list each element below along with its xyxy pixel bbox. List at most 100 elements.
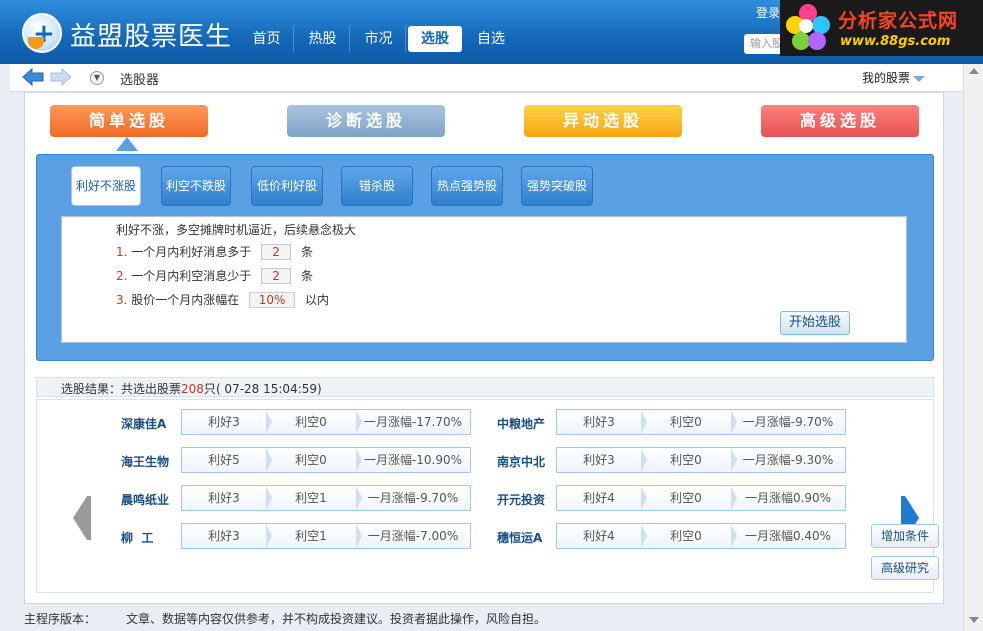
table-row[interactable]: 利好3 利空0 一月涨幅-9.70%	[556, 409, 846, 435]
table-row[interactable]: 利好3 利空1 一月涨幅-9.70%	[181, 485, 471, 511]
active-tab-pointer	[116, 137, 138, 151]
main-panel: 简单选股 诊断选股 异动选股 高级选股 利好不涨股 利空不跌股 低价利好股 错杀…	[24, 92, 944, 604]
scroll-down-icon[interactable]	[969, 617, 979, 623]
stock-name[interactable]: 晨鸣纸业	[121, 491, 169, 508]
criteria-number: 2.	[116, 269, 128, 283]
criteria-unit: 条	[300, 269, 313, 283]
flower-logo-icon	[786, 4, 830, 52]
stock-name[interactable]: 南京中北	[497, 453, 545, 470]
table-row[interactable]: 利好3 利空0 一月涨幅-9.30%	[556, 447, 846, 473]
advanced-research-button[interactable]: 高级研究	[871, 556, 939, 580]
subtab-strong-breakout[interactable]: 强势突破股	[521, 166, 593, 206]
scroll-up-icon[interactable]	[969, 68, 979, 74]
brand-banner: 分析家公式网 www.88gs.com	[780, 0, 983, 56]
stock-name[interactable]: 海王生物	[121, 453, 169, 470]
my-stocks-menu[interactable]: 我的股票	[862, 69, 926, 86]
bad-news-count: 利空0	[266, 448, 362, 472]
tab-diagnosis-pick[interactable]: 诊断选股	[287, 105, 445, 137]
tab-advanced-pick[interactable]: 高级选股	[761, 105, 919, 137]
table-row[interactable]: 利好3 利空1 一月涨幅-7.00%	[181, 523, 471, 549]
good-news-count: 利好4	[557, 486, 647, 510]
nav-stock-picker[interactable]: 选股	[408, 26, 462, 52]
monthly-change: 一月涨幅-7.00%	[367, 529, 459, 543]
monthly-change: 一月涨幅0.90%	[744, 491, 832, 505]
criteria-value-input[interactable]: 10%	[249, 292, 296, 308]
login-link[interactable]: 登录	[756, 4, 780, 21]
good-news-count: 利好3	[557, 410, 647, 434]
bad-news-count: 利空0	[641, 524, 737, 548]
caret-down-icon	[913, 75, 926, 82]
table-row[interactable]: 利好5 利空0 一月涨幅-10.90%	[181, 447, 471, 473]
good-news-count: 利好3	[182, 524, 272, 548]
app-title: 益盟股票医生	[70, 22, 233, 52]
filter-panel: 利好不涨股 利空不跌股 低价利好股 错杀股 热点强势股 强势突破股 利好不涨，多…	[36, 154, 934, 361]
good-news-count: 利好3	[182, 410, 272, 434]
bad-news-count: 利空0	[641, 448, 737, 472]
result-prefix: 选股结果：共选出股票	[61, 382, 182, 396]
prev-page-icon[interactable]	[73, 496, 87, 540]
criteria-row: 1. 一个月内利好消息多于 2 条	[116, 243, 313, 260]
forward-arrow-icon[interactable]	[50, 68, 72, 86]
bad-news-count: 利空0	[266, 410, 362, 434]
brand-name: 分析家公式网	[838, 10, 959, 32]
good-news-count: 利好5	[182, 448, 272, 472]
table-row[interactable]: 利好4 利空0 一月涨幅0.40%	[556, 523, 846, 549]
monthly-change: 一月涨幅0.40%	[744, 529, 832, 543]
subtab-oversold[interactable]: 错杀股	[341, 166, 413, 206]
vertical-scrollbar[interactable]	[963, 64, 983, 631]
result-time: ( 07-28 15:04:59)	[215, 382, 322, 396]
subtab-bad-news-not-falling[interactable]: 利空不跌股	[161, 166, 231, 206]
brand-url[interactable]: www.88gs.com	[840, 34, 950, 49]
subtab-good-news-not-rising[interactable]: 利好不涨股	[71, 166, 141, 206]
monthly-change: 一月涨幅-17.70%	[363, 415, 463, 429]
subtab-hot-strong[interactable]: 热点强势股	[431, 166, 503, 206]
chevron-down-icon[interactable]: ▼	[90, 71, 104, 85]
app-logo-icon: +	[22, 13, 62, 53]
app-header: + 益盟股票医生 首页 热股 市况 选股 自选 登录 输入股 分析家公式网 ww…	[0, 0, 983, 64]
criteria-label: 一个月内利好消息多于	[131, 245, 252, 259]
back-arrow-icon[interactable]	[22, 68, 44, 86]
stock-name[interactable]: 穗恒运A	[497, 529, 542, 546]
result-summary-bar: 选股结果：共选出股票208只( 07-28 15:04:59)	[36, 377, 934, 397]
criteria-unit: 条	[300, 245, 313, 259]
tab-unusual-pick[interactable]: 异动选股	[524, 105, 682, 137]
nav-market[interactable]: 市况	[352, 26, 406, 52]
disclaimer: 文章、数据等内容仅供参考，并不构成投资建议。投资者据此操作，风险自担。	[126, 612, 547, 626]
bad-news-count: 利空0	[641, 486, 737, 510]
stock-name[interactable]: 柳 工	[121, 529, 153, 546]
bad-news-count: 利空1	[266, 486, 362, 510]
table-row[interactable]: 利好4 利空0 一月涨幅0.90%	[556, 485, 846, 511]
nav-hot-stocks[interactable]: 热股	[296, 26, 350, 52]
start-pick-button[interactable]: 开始选股	[780, 311, 850, 335]
page-title: 选股器	[120, 73, 160, 88]
nav-home[interactable]: 首页	[240, 26, 294, 52]
nav-watchlist[interactable]: 自选	[464, 26, 518, 52]
prev-page-bar[interactable]	[87, 496, 91, 540]
tab-simple-pick[interactable]: 简单选股	[50, 105, 208, 137]
criteria-label: 一个月内利空消息少于	[131, 269, 252, 283]
monthly-change: 一月涨幅-9.70%	[367, 491, 459, 505]
good-news-count: 利好3	[182, 486, 272, 510]
monthly-change: 一月涨幅-9.70%	[742, 415, 834, 429]
result-suffix: 只	[203, 382, 216, 396]
monthly-change: 一月涨幅-9.30%	[742, 453, 834, 467]
criteria-value-input[interactable]: 2	[261, 268, 292, 284]
my-stocks-label: 我的股票	[862, 71, 911, 85]
criteria-number: 1.	[116, 245, 128, 259]
bad-news-count: 利空1	[266, 524, 362, 548]
stock-name[interactable]: 开元投资	[497, 491, 545, 508]
stock-name[interactable]: 中粮地产	[497, 415, 545, 432]
result-summary: 选股结果：共选出股票208只( 07-28 15:04:59)	[61, 380, 322, 397]
bad-news-count: 利空0	[641, 410, 737, 434]
monthly-change: 一月涨幅-10.90%	[363, 453, 463, 467]
criteria-value-input[interactable]: 2	[261, 244, 292, 260]
stock-name[interactable]: 深康佳A	[121, 415, 166, 432]
criteria-label: 股价一个月内涨幅在	[131, 293, 240, 307]
criteria-row: 3. 股价一个月内涨幅在 10% 以内	[116, 291, 329, 308]
criteria-box: 利好不涨，多空摊牌时机逼近，后续悬念极大 1. 一个月内利好消息多于 2 条 2…	[61, 216, 907, 343]
criteria-description: 利好不涨，多空摊牌时机逼近，后续悬念极大	[116, 223, 357, 237]
add-condition-button[interactable]: 增加条件	[871, 524, 939, 548]
result-count: 208	[181, 382, 204, 396]
subtab-low-price-good-news[interactable]: 低价利好股	[251, 166, 323, 206]
table-row[interactable]: 利好3 利空0 一月涨幅-17.70%	[181, 409, 471, 435]
